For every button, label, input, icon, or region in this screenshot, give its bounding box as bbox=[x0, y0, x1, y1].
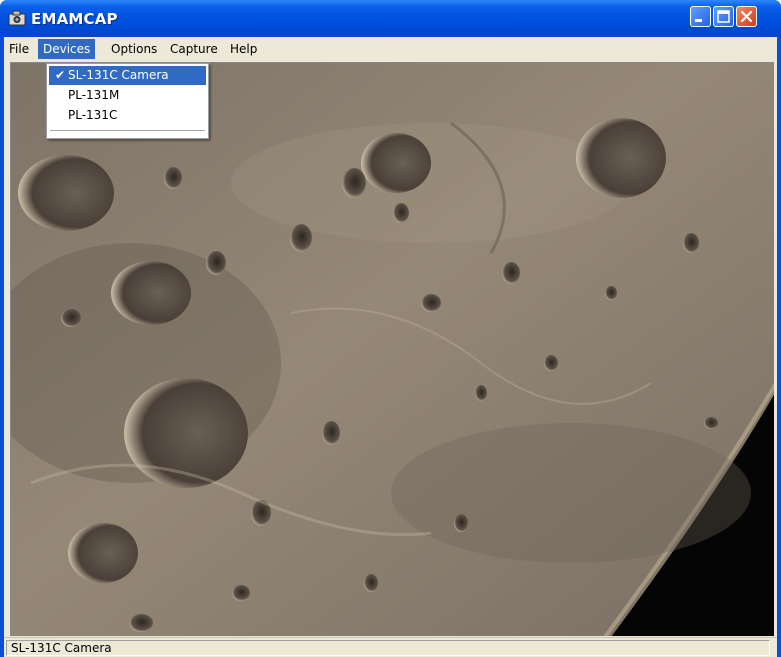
maximize-button[interactable] bbox=[713, 6, 734, 27]
devices-dropdown-menu: ✔ SL-131C Camera PL-131M PL-131C bbox=[46, 63, 209, 139]
menu-item-pl-131c[interactable]: PL-131C bbox=[49, 106, 206, 125]
menu-item-sl-131c-camera[interactable]: ✔ SL-131C Camera bbox=[49, 66, 206, 85]
menu-help[interactable]: Help bbox=[225, 39, 262, 59]
moon-surface-image bbox=[11, 63, 774, 636]
status-bar: SL-131C Camera bbox=[4, 637, 777, 657]
camera-preview[interactable] bbox=[10, 62, 774, 636]
checkmark-icon: ✔ bbox=[54, 68, 66, 82]
close-button[interactable] bbox=[736, 6, 757, 27]
menu-file[interactable]: File bbox=[4, 39, 34, 59]
menu-item-label: SL-131C Camera bbox=[68, 68, 169, 82]
window-title: EMAMCAP bbox=[31, 10, 118, 28]
minimize-button[interactable] bbox=[690, 6, 711, 27]
menu-capture[interactable]: Capture bbox=[165, 39, 223, 59]
menu-bar: File Devices Options Capture Help bbox=[4, 39, 777, 60]
menu-item-label: PL-131C bbox=[68, 108, 118, 122]
title-bar[interactable]: EMAMCAP bbox=[0, 0, 781, 37]
camera-app-icon[interactable] bbox=[8, 9, 26, 27]
close-icon bbox=[740, 10, 753, 23]
menu-options[interactable]: Options bbox=[106, 39, 162, 59]
maximize-icon bbox=[717, 10, 730, 23]
menu-item-pl-131m[interactable]: PL-131M bbox=[49, 86, 206, 105]
menu-devices[interactable]: Devices bbox=[38, 39, 96, 59]
minimize-icon bbox=[695, 19, 702, 22]
status-text: SL-131C Camera bbox=[6, 640, 770, 656]
menu-separator bbox=[50, 130, 205, 131]
menu-item-label: PL-131M bbox=[68, 88, 120, 102]
